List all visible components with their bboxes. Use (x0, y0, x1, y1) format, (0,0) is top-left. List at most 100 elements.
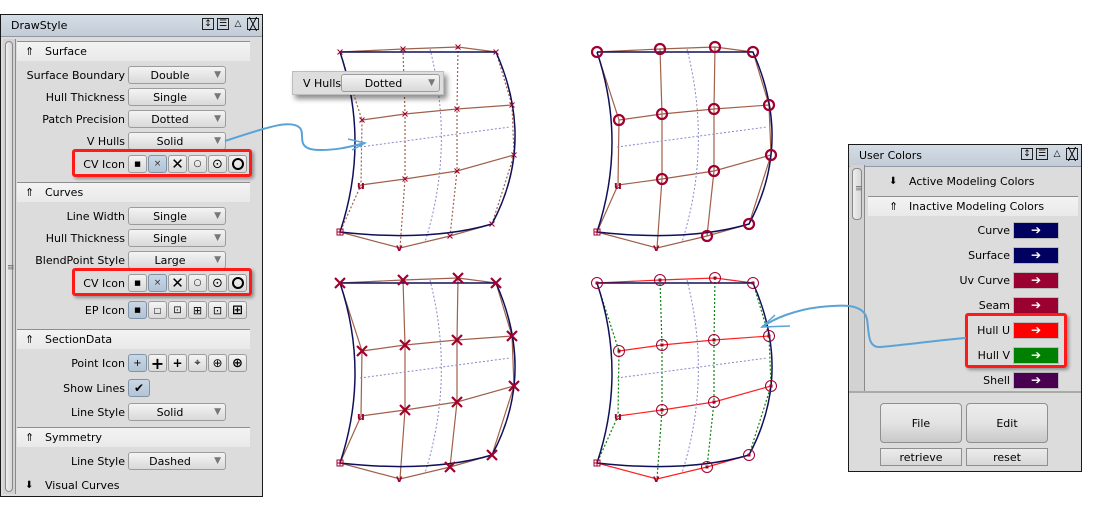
u-direction-marker: u (614, 179, 622, 192)
hull-v-line (596, 282, 620, 464)
color-swatch-button[interactable]: ➔ (1013, 271, 1059, 289)
cv-dot-circle-center (617, 349, 621, 353)
u-direction-marker: u (614, 410, 622, 423)
hull-v-line (706, 46, 716, 237)
cv-dot-circle-center (713, 276, 717, 280)
reset-button[interactable]: reset (966, 448, 1048, 466)
color-swatch-button[interactable]: ➔ (1013, 221, 1059, 239)
isoparm-line (681, 48, 699, 243)
cv-dot-circle-center (595, 281, 599, 285)
isoparm-line (616, 126, 768, 148)
floating-v-hulls-dropdown[interactable]: Dotted ▼ (341, 74, 440, 92)
file-button[interactable]: File (880, 403, 962, 443)
collapse-icon[interactable]: △ (1051, 148, 1063, 160)
hull-v-line (339, 282, 363, 464)
user-colors-panel: User Colors ↕ ☰ △ ╳ ≡ ⬇ Active Modeling … (848, 144, 1082, 472)
panel-divider (849, 391, 1081, 393)
hull-u-line (360, 385, 515, 417)
hull-v-line (596, 51, 620, 233)
hull-u-line (361, 335, 513, 352)
cv-large-x-icon (486, 449, 498, 461)
origin-marker-icon (594, 460, 600, 466)
color-label: Uv Curve (959, 273, 1010, 287)
cv-dot-circle-center (660, 343, 664, 347)
surface-boundary (595, 51, 773, 237)
hull-u-line (361, 104, 513, 121)
cv-dot-circle-center (658, 278, 662, 282)
close-icon[interactable]: ╳ (1066, 148, 1078, 160)
color-label: Shell (983, 373, 1010, 387)
chevron-down-icon: ▼ (428, 78, 435, 88)
section-label: Inactive Modeling Colors (909, 200, 1045, 213)
edit-button[interactable]: Edit (966, 403, 1048, 443)
cv-dot-circle-center (712, 400, 716, 404)
hull-u-line (618, 335, 770, 352)
v-direction-marker: v (653, 474, 660, 485)
v-direction-marker: v (396, 474, 403, 485)
cv-dot-circle-center (712, 338, 716, 342)
button-label: retrieve (899, 450, 943, 464)
origin-marker-icon (337, 229, 343, 235)
surface-boundary (595, 282, 773, 468)
cv-dot-circle-center (769, 384, 773, 388)
color-label: Curve (977, 223, 1010, 237)
color-swatch-button[interactable]: ➔ (1013, 371, 1059, 389)
hull-u-line (360, 154, 515, 186)
u-direction-marker: u (357, 179, 365, 192)
hull-u-line (617, 385, 772, 417)
color-label: Surface (968, 248, 1010, 262)
retrieve-button[interactable]: retrieve (880, 448, 962, 466)
isoparm-line (359, 357, 511, 379)
v-direction-marker: v (653, 243, 660, 254)
cv-dot-circle-center (660, 408, 664, 412)
section-expanded-icon: ⇑ (889, 200, 899, 213)
isoparm-line (681, 279, 699, 474)
isoparm-line (359, 126, 511, 148)
color-row: Curve ➔ (889, 220, 1059, 240)
arrow-right-icon: ➔ (1030, 298, 1042, 312)
color-row: Surface ➔ (889, 245, 1059, 265)
button-label: File (911, 416, 931, 430)
cv-dot-circle-center (767, 334, 771, 338)
active-modeling-colors-header[interactable]: ⬇ Active Modeling Colors (889, 171, 1035, 191)
color-label: Seam (978, 298, 1010, 312)
color-swatch-button[interactable]: ➔ (1013, 246, 1059, 264)
surface-boundary (338, 282, 516, 468)
cv-dot-circle-center (751, 281, 755, 285)
panel-title: User Colors (859, 149, 923, 162)
scrollbar[interactable]: ≡ (850, 165, 865, 391)
section-label: Active Modeling Colors (909, 174, 1035, 188)
hull-v-line (449, 46, 459, 237)
inactive-modeling-colors-header[interactable]: ⇑ Inactive Modeling Colors (868, 196, 1078, 216)
arrow-right-icon: ➔ (1030, 373, 1042, 387)
hull-v-line (706, 277, 716, 468)
user-colors-titlebar: User Colors ↕ ☰ △ ╳ (849, 145, 1081, 167)
origin-marker-icon (594, 229, 600, 235)
isoparm-line (424, 279, 442, 474)
cv-dot-circle-center (747, 453, 751, 457)
v-direction-marker: v (396, 243, 403, 254)
hull-v-line (399, 279, 406, 480)
color-row: Shell ➔ (889, 370, 1059, 390)
hull-v-line (449, 277, 459, 468)
hull-v-line (656, 48, 663, 249)
arrow-right-icon: ➔ (1030, 248, 1042, 262)
menu-icon[interactable]: ☰ (1036, 148, 1048, 160)
color-row: Uv Curve ➔ (889, 270, 1059, 290)
button-label: Edit (996, 416, 1018, 430)
hull-u-line (618, 104, 770, 121)
hull-v-line (656, 279, 663, 480)
color-swatch-button[interactable]: ➔ (1013, 296, 1059, 314)
cv-dot-circle-center (705, 465, 709, 469)
floating-v-hulls-label: V Hulls (303, 77, 342, 90)
floating-v-hulls-popup: V Hulls Dotted ▼ (292, 71, 444, 95)
grip-icon: ≡ (855, 184, 863, 194)
arrow-right-icon: ➔ (1030, 223, 1042, 237)
hull-u-line (617, 154, 772, 186)
dropdown-value: Dotted (364, 77, 403, 90)
section-collapsed-icon: ⬇ (889, 175, 898, 187)
u-direction-marker: u (357, 410, 365, 423)
scrollbar-thumb[interactable]: ≡ (852, 168, 863, 220)
origin-marker-icon (337, 460, 343, 466)
resize-icon[interactable]: ↕ (1021, 148, 1033, 160)
